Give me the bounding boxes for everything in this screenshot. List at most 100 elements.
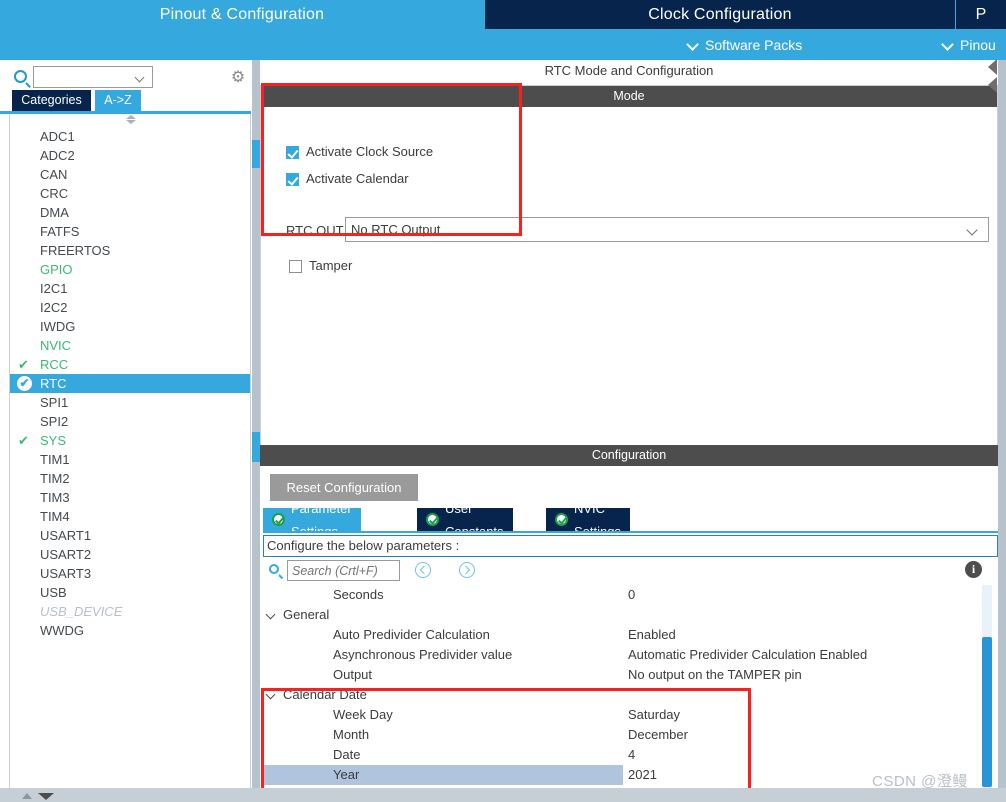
parameter-value[interactable]: 0 [628, 585, 988, 605]
info-icon[interactable]: i [965, 561, 982, 578]
checkbox-activate-calendar[interactable]: Activate Calendar [286, 170, 409, 188]
tab-user-constants[interactable]: User Constants [417, 501, 513, 539]
parameter-value[interactable]: December [628, 725, 988, 745]
tab-project-manager-label: P [975, 5, 987, 23]
sidebar-item-i2c2[interactable]: I2C2 [10, 298, 250, 317]
parameter-name: Seconds [333, 587, 384, 602]
tab-categories[interactable]: Categories [12, 90, 91, 111]
gear-icon[interactable]: ⚙ [230, 70, 246, 86]
sidebar-item-rcc[interactable]: ✔ RCC [10, 355, 250, 374]
tab-categories-label: Categories [21, 93, 82, 107]
menu-pinout[interactable]: Pinou [943, 29, 996, 60]
parameter-value[interactable]: Automatic Predivider Calculation Enabled [628, 645, 988, 665]
rtc-out-dropdown[interactable]: No RTC Output [345, 217, 989, 242]
list-splitter-grip[interactable] [122, 115, 140, 125]
table-row[interactable]: Week Day Saturday [263, 705, 998, 725]
sidebar-item-usart3[interactable]: USART3 [10, 564, 250, 583]
table-row[interactable]: General [263, 605, 998, 625]
tab-parameter-settings[interactable]: Parameter Settings [263, 501, 361, 539]
cubemx-window: Pinout & Configuration Clock Configurati… [0, 0, 1006, 802]
sidebar-item-dma[interactable]: DMA [10, 203, 250, 222]
parameter-value[interactable]: 4 [628, 745, 988, 765]
checkbox-activate-calendar-label: Activate Calendar [306, 171, 409, 186]
sidebar-item-label: GPIO [40, 262, 73, 277]
sidebar-item-adc1[interactable]: ADC1 [10, 127, 250, 146]
sidebar-item-crc[interactable]: CRC [10, 184, 250, 203]
pane-splitter-thumb-upper[interactable] [252, 140, 260, 168]
table-row[interactable]: Date 4 [263, 745, 998, 765]
table-row[interactable]: Month December [263, 725, 998, 745]
bottom-scroll-arrows[interactable] [22, 789, 62, 801]
sidebar-item-usart2[interactable]: USART2 [10, 545, 250, 564]
tab-a-to-z[interactable]: A->Z [95, 90, 141, 111]
pane-splitter-thumb-lower[interactable] [252, 432, 260, 462]
checkbox-unchecked-icon [289, 259, 302, 273]
sidebar-item-freertos[interactable]: FREERTOS [10, 241, 250, 260]
sidebar-search-row: ⚙ [0, 63, 258, 93]
sidebar-item-nvic[interactable]: NVIC [10, 336, 250, 355]
parameter-value[interactable]: No output on the TAMPER pin [628, 665, 988, 685]
parameter-name: Week Day [333, 707, 393, 722]
tab-clock-configuration[interactable]: Clock Configuration [485, 0, 955, 29]
sidebar-item-spi2[interactable]: SPI2 [10, 412, 250, 431]
sidebar-item-fatfs[interactable]: FATFS [10, 222, 250, 241]
tab-nvic-settings[interactable]: NVIC Settings [546, 501, 630, 539]
menu-software-packs[interactable]: Software Packs [688, 29, 802, 60]
table-row[interactable]: Output No output on the TAMPER pin [263, 665, 998, 685]
check-circle-icon [426, 513, 439, 526]
window-vertical-scrollbar[interactable] [998, 60, 1006, 802]
sidebar-item-spi1[interactable]: SPI1 [10, 393, 250, 412]
rtc-out-label: RTC OUT [286, 223, 344, 238]
sidebar-item-label: TIM1 [40, 452, 70, 467]
sidebar-item-sys[interactable]: ✔ SYS [10, 431, 250, 450]
sidebar-item-usb_device[interactable]: USB_DEVICE [10, 602, 250, 621]
sidebar-item-tim3[interactable]: TIM3 [10, 488, 250, 507]
parameter-table: Seconds 0 General Auto Predivider Calculati… [263, 585, 998, 795]
sidebar-item-wwdg[interactable]: WWDG [10, 621, 250, 640]
sidebar-item-i2c1[interactable]: I2C1 [10, 279, 250, 298]
parameter-table-scrollbar[interactable] [982, 585, 992, 795]
sidebar-search-combo[interactable] [33, 66, 153, 88]
ip-sidebar: ⚙ Categories A->Z ADC1 ADC2 CAN CRC DMA FATFS… [0, 60, 258, 802]
page-title: RTC Mode and Configuration [544, 63, 714, 78]
sidebar-item-adc2[interactable]: ADC2 [10, 146, 250, 165]
sidebar-item-tim4[interactable]: TIM4 [10, 507, 250, 526]
checkbox-activate-clock-source-label: Activate Clock Source [306, 144, 434, 159]
chevron-down-icon [136, 74, 145, 83]
parameter-value[interactable]: Enabled [628, 625, 988, 645]
check-circle-icon [272, 513, 285, 526]
panel-collapse-arrows[interactable] [988, 58, 998, 96]
chevron-left-icon [988, 59, 997, 75]
parameter-search-row: i [263, 558, 998, 585]
parameter-search-input[interactable] [287, 560, 400, 581]
table-row[interactable]: Asynchronous Predivider value Automatic P… [263, 645, 998, 665]
sidebar-item-rtc[interactable]: ✔ RTC [10, 374, 250, 393]
sidebar-item-tim2[interactable]: TIM2 [10, 469, 250, 488]
pane-splitter[interactable] [252, 60, 260, 802]
sidebar-item-tim1[interactable]: TIM1 [10, 450, 250, 469]
sidebar-item-can[interactable]: CAN [10, 165, 250, 184]
search-next-button[interactable] [459, 562, 475, 578]
tab-project-manager[interactable]: P [956, 0, 1006, 29]
parameter-name: Date [333, 747, 361, 762]
parameter-table-scrollbar-thumb[interactable] [982, 637, 992, 787]
sidebar-item-label: ADC1 [40, 129, 75, 144]
sidebar-item-label: USART2 [40, 547, 92, 562]
checkbox-activate-clock-source[interactable]: Activate Clock Source [286, 143, 433, 161]
mode-section-header: Mode [261, 86, 997, 107]
search-prev-button[interactable] [415, 562, 431, 578]
check-icon: ✔ [18, 433, 29, 448]
table-row[interactable]: Calendar Date [263, 685, 998, 705]
parameter-value[interactable] [628, 685, 988, 705]
parameter-value[interactable]: Saturday [628, 705, 988, 725]
table-row[interactable]: Seconds 0 [263, 585, 998, 605]
sidebar-item-usart1[interactable]: USART1 [10, 526, 250, 545]
parameter-value[interactable] [628, 605, 988, 625]
sidebar-item-usb[interactable]: USB [10, 583, 250, 602]
table-row[interactable]: Auto Predivider Calculation Enabled [263, 625, 998, 645]
checkbox-tamper[interactable]: Tamper [289, 257, 352, 275]
sidebar-item-gpio[interactable]: GPIO [10, 260, 250, 279]
sidebar-item-iwdg[interactable]: IWDG [10, 317, 250, 336]
tab-pinout-configuration[interactable]: Pinout & Configuration [0, 0, 484, 29]
parameter-name: Year [263, 765, 623, 785]
